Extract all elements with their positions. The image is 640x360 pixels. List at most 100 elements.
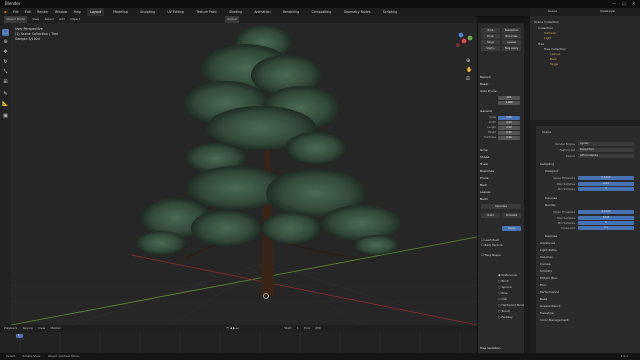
pan-icon[interactable]: ✋ [466, 67, 472, 73]
section-general[interactable]: General [480, 108, 522, 114]
section-auto-prune[interactable]: Auto Prune [480, 88, 522, 94]
feature-set-select[interactable]: Supported [578, 148, 634, 152]
checkbox-leaf-mesh[interactable]: ☐ Leaf Mesh [481, 238, 522, 242]
section-reset[interactable]: Reset [480, 81, 522, 87]
checkbox-bark-texture[interactable]: ☐ Bark Texture [481, 243, 522, 247]
menu-view[interactable]: View [32, 16, 39, 23]
seed-field[interactable]: 101 [498, 96, 520, 100]
simulate-button[interactable]: Simulate [502, 213, 521, 218]
mode-select[interactable]: Object Mode [4, 16, 27, 23]
section-advanced[interactable]: Advanced [540, 241, 555, 245]
section-motion-blur[interactable]: Motion Blur [540, 276, 557, 280]
timeline-playback[interactable]: Playback [4, 325, 17, 332]
trunk-button[interactable]: Trunk [481, 34, 500, 39]
section-shape[interactable]: Shape [480, 154, 522, 160]
section-light-paths[interactable]: Light Paths [540, 248, 557, 252]
section-bark[interactable]: Bark [480, 182, 522, 188]
section-viewport[interactable]: Viewport [545, 169, 558, 173]
section-bake[interactable]: Bake [540, 297, 547, 301]
menu-window[interactable]: Window [55, 8, 68, 16]
section-freestyle[interactable]: Freestyle [540, 311, 554, 315]
section-leaves[interactable]: Leaves [480, 189, 522, 195]
tab-sculpting[interactable]: Sculpting [137, 8, 158, 16]
move-icon[interactable]: ✥ [2, 49, 9, 56]
apply-button[interactable]: Apply [502, 226, 521, 231]
branch-fork-field[interactable]: 1.000 [498, 101, 520, 105]
r-noise-threshold-field[interactable]: 0.0100 [578, 210, 634, 214]
timeline[interactable]: 1 [0, 332, 477, 353]
section-tree-variation[interactable]: Tree Variation [480, 345, 522, 351]
section-build[interactable]: Build [480, 196, 522, 202]
cursor-icon[interactable]: ⊕ [2, 39, 9, 46]
timeline-view[interactable]: View [38, 325, 45, 332]
tab-modeling[interactable]: Modeling [110, 8, 131, 16]
scene-selector[interactable]: Scene [548, 9, 557, 13]
twig-apply-button[interactable]: Twig Apply [502, 46, 521, 51]
menu-select[interactable]: Select [45, 16, 54, 23]
blender-logo-icon[interactable]: ◉ [4, 8, 7, 16]
checkbox-twig-shape[interactable]: ☐ Twig Shape [481, 253, 522, 257]
generate-button[interactable]: Generate [481, 204, 521, 209]
tab-texture-paint[interactable]: Texture Paint [193, 8, 220, 16]
section-denoise-vp[interactable]: Denoise [545, 196, 557, 200]
outliner-scene-collection[interactable]: Scene Collection [534, 20, 559, 24]
branches-button[interactable]: Branches [502, 34, 521, 39]
r-min-samples-field[interactable]: 0 [578, 221, 634, 225]
menu-file[interactable]: File [13, 8, 18, 16]
maximize-button[interactable]: ☐ [622, 1, 626, 6]
orientation-select[interactable]: Global [225, 16, 239, 23]
outliner-collection[interactable]: Collection [538, 26, 553, 30]
outliner-twigs[interactable]: Twigs [550, 62, 558, 66]
r-max-samples-field[interactable]: 4096 [578, 216, 634, 220]
section-performance[interactable]: Performance [540, 290, 559, 294]
outliner-tree-collection[interactable]: Tree Collection [544, 47, 566, 51]
resolution-button[interactable]: Resolution [502, 28, 521, 33]
tab-geometry-nodes[interactable]: Geometry Nodes [341, 8, 374, 16]
section-grow[interactable]: Grow [480, 147, 522, 153]
camera-view-icon[interactable]: ⎚ [466, 76, 470, 82]
section-curves[interactable]: Curves [540, 262, 550, 266]
width-field[interactable]: 0.00 [498, 121, 520, 125]
scale-icon[interactable]: ⤡ [2, 69, 9, 76]
view-layer-selector[interactable]: ViewLayer [600, 9, 615, 13]
menu-render[interactable]: Render [37, 8, 48, 16]
tab-scripting[interactable]: Scripting [380, 8, 400, 16]
stems-button[interactable]: Stems [481, 46, 500, 51]
select-box-icon[interactable]: ⬚ [2, 29, 9, 36]
rotate-icon[interactable]: ↻ [2, 59, 9, 66]
section-branches[interactable]: Branches [480, 168, 522, 174]
menu-edit[interactable]: Edit [25, 8, 31, 16]
scale-field[interactable]: 0.00 [498, 116, 520, 120]
outliner-tree[interactable]: Tree [538, 42, 544, 46]
section-film[interactable]: Film [540, 283, 546, 287]
device-select[interactable]: GPU Compute [578, 154, 634, 158]
close-button[interactable]: ✕ [632, 1, 635, 6]
tab-animation[interactable]: Animation [251, 8, 273, 16]
3d-viewport[interactable]: User Perspective (1) Scene Collection | … [11, 23, 477, 325]
twigs-button[interactable]: Twigs [481, 40, 500, 45]
build-button[interactable]: Build [481, 213, 500, 218]
add-cube-icon[interactable]: ▣ [2, 113, 9, 120]
section-record[interactable]: Record [480, 74, 522, 80]
minimize-button[interactable]: — [612, 1, 616, 6]
section-trunk[interactable]: Trunk [480, 161, 522, 167]
vp-max-samples-field[interactable]: 1024 [578, 182, 634, 186]
transform-icon[interactable]: ⊞ [2, 79, 9, 86]
tab-uv-editing[interactable]: UV Editing [164, 8, 187, 16]
outliner-camera[interactable]: Camera [544, 31, 556, 35]
outliner-bark[interactable]: Bark [550, 57, 557, 61]
bark-button[interactable]: Bark [481, 28, 500, 33]
render-engine-select[interactable]: Cycles [578, 142, 634, 146]
timeline-keying[interactable]: Keying [23, 325, 33, 332]
play-controls-icon[interactable]: ⏮ ◀ ▶ ⏭ [226, 325, 239, 332]
r-time-limit-field[interactable]: 0 s [578, 226, 634, 230]
zoom-icon[interactable]: ⊕ [466, 58, 470, 64]
outliner-light[interactable]: Light [544, 36, 552, 40]
tab-shading[interactable]: Shading [226, 8, 245, 16]
thickness-field[interactable]: 0.00 [498, 136, 520, 140]
tab-rendering[interactable]: Rendering [280, 8, 302, 16]
vp-min-samples-field[interactable]: 0 [578, 187, 634, 191]
length-field[interactable]: 0.00 [498, 126, 520, 130]
tab-compositing[interactable]: Compositing [308, 8, 334, 16]
annotate-icon[interactable]: ✎ [2, 91, 9, 98]
